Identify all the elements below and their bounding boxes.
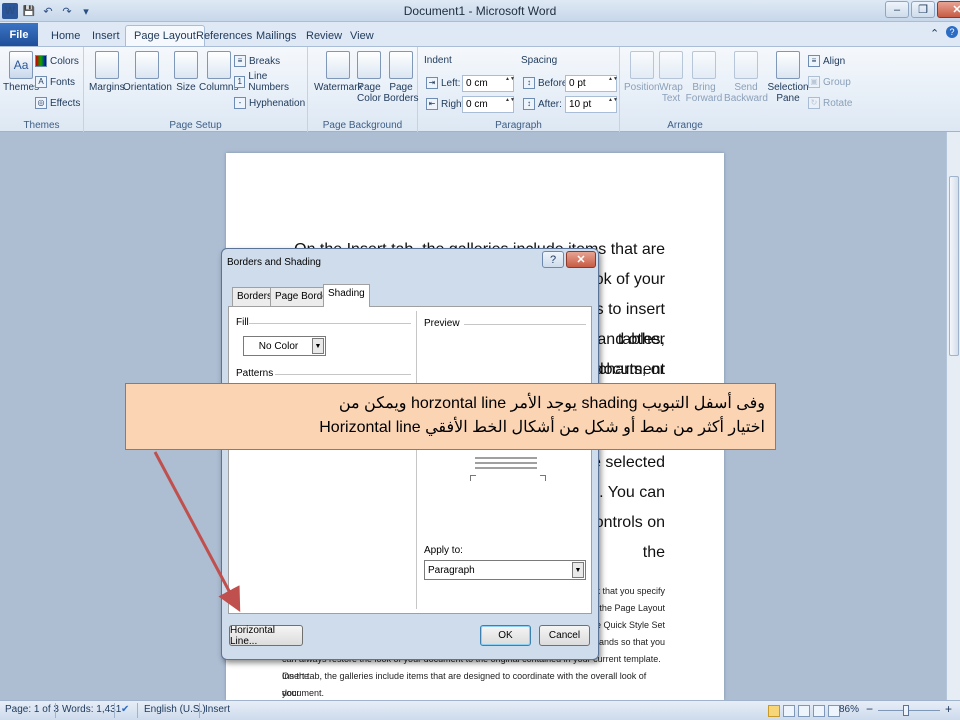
language-indicator[interactable]: English (U.S.) bbox=[144, 704, 206, 715]
word-count[interactable]: Words: 1,431 bbox=[62, 704, 121, 715]
tab-shading[interactable]: Shading bbox=[323, 284, 370, 307]
proofing-icon[interactable]: ✔ bbox=[121, 704, 129, 715]
status-bar: Page: 1 of 3 Words: 1,431 ✔ English (U.S… bbox=[0, 700, 960, 720]
status-separator bbox=[55, 703, 56, 718]
zoom-level[interactable]: 86% bbox=[839, 704, 859, 715]
callout-line-2: اختيار أكثر من نمط أو شكل من أشكال الخط … bbox=[319, 419, 765, 436]
zoom-slider-thumb[interactable] bbox=[903, 705, 909, 716]
status-separator bbox=[114, 703, 115, 718]
arrow-line bbox=[153, 451, 241, 612]
callout-line-1: وفى أسفل التبويب shading يوجد الأمر horz… bbox=[338, 395, 765, 412]
full-screen-reading-icon[interactable] bbox=[783, 705, 795, 717]
print-layout-icon[interactable] bbox=[768, 705, 780, 717]
status-separator bbox=[199, 703, 200, 718]
status-separator bbox=[137, 703, 138, 718]
zoom-slider-track[interactable] bbox=[878, 710, 940, 711]
outline-icon[interactable] bbox=[813, 705, 825, 717]
arabic-callout: وفى أسفل التبويب shading يوجد الأمر horz… bbox=[125, 383, 776, 450]
view-buttons bbox=[768, 705, 840, 717]
annotation-arrow bbox=[153, 451, 241, 612]
page-count[interactable]: Page: 1 of 3 bbox=[5, 704, 59, 715]
zoom-in-button[interactable]: + bbox=[945, 702, 952, 716]
zoom-out-button[interactable]: − bbox=[866, 702, 873, 716]
insert-mode[interactable]: Insert bbox=[205, 704, 230, 715]
web-layout-icon[interactable] bbox=[798, 705, 810, 717]
